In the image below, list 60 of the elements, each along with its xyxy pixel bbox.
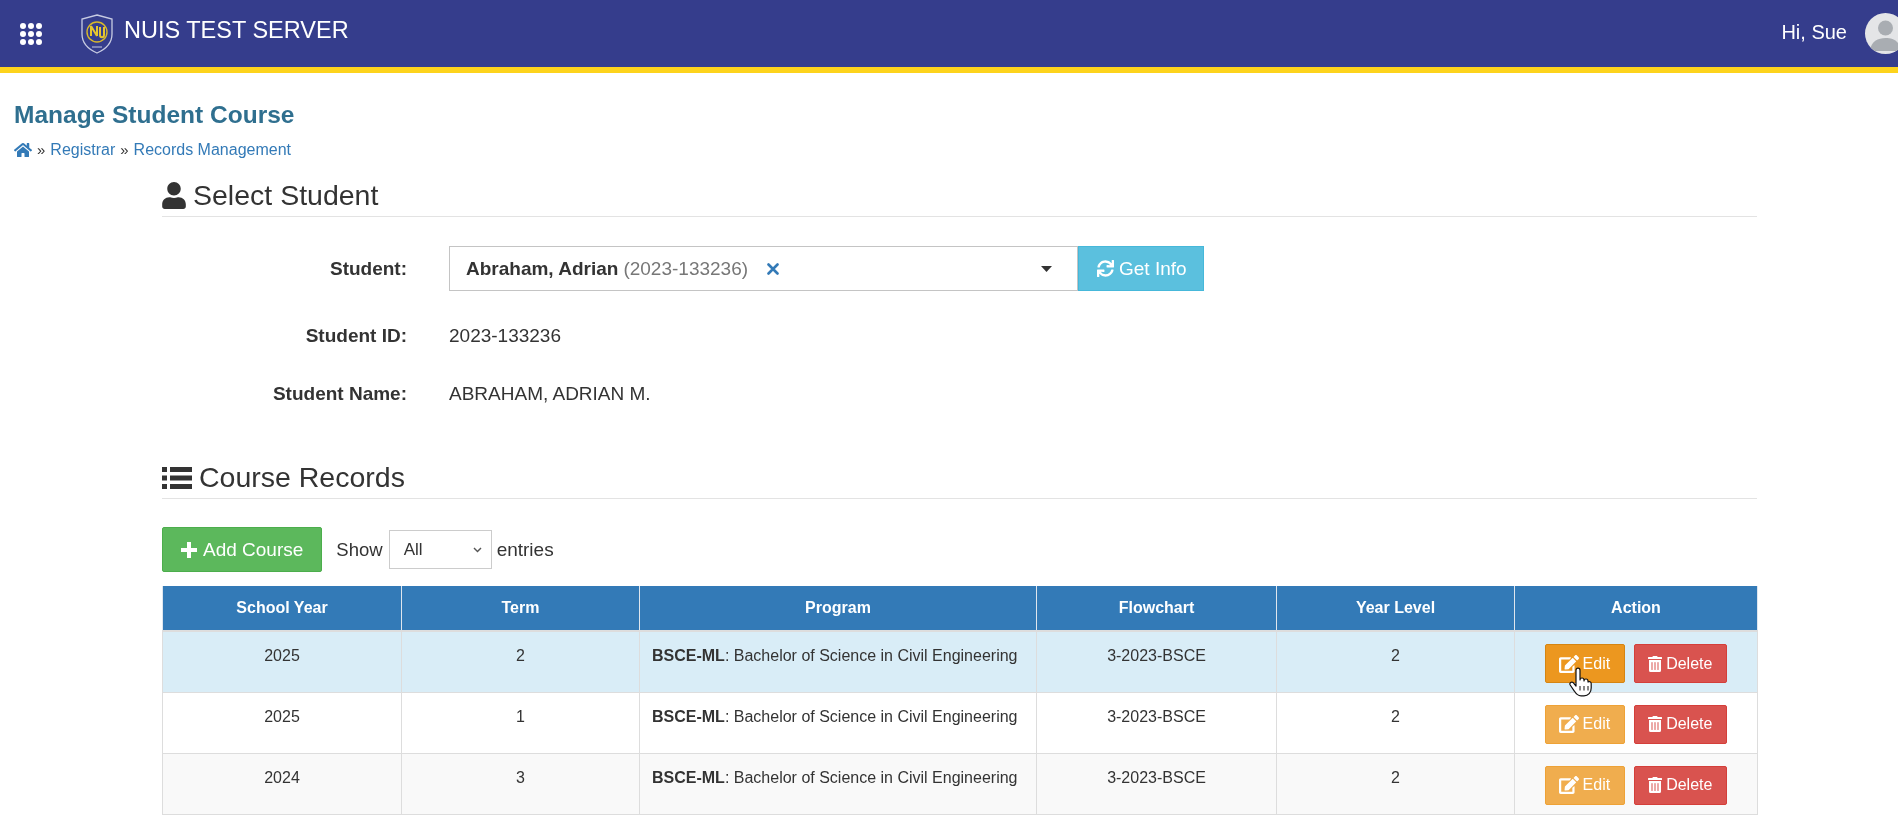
table-cell: 3 [401,753,640,814]
show-label: Show [336,537,383,562]
table-cell: 3-2023-BSCE [1036,631,1277,692]
page-title: Manage Student Course [14,101,295,128]
table-cell: 2 [1276,692,1515,753]
site-title: NUIS TEST SERVER [124,17,349,44]
section-heading: Select Student [193,180,379,211]
field-value: ABRAHAM, ADRIAN M. [449,382,651,406]
table-cell: 2 [1276,631,1515,692]
dots-grid-icon[interactable] [20,22,42,45]
breadcrumb-link[interactable]: Records Management [133,139,291,161]
trash-icon [1648,716,1663,732]
field-value: 2023-133236 [449,324,561,348]
section-heading: Course Records [199,462,405,493]
column-header: Term [401,586,640,631]
table-cell: 3-2023-BSCE [1036,753,1277,814]
list-icon [162,466,192,489]
breadcrumb-separator: » [37,140,46,160]
add-course-button[interactable]: Add Course [162,527,323,572]
table-cell: BSCE-ML: Bachelor of Science in Civil Engineering [639,692,1037,753]
table-cell: 2024 [162,753,402,814]
table-cell: 2025 [162,631,402,692]
table-cell: 2 [401,631,640,692]
table-cell: 3-2023-BSCE [1036,692,1277,753]
x-icon[interactable] [767,262,780,275]
plus-icon [181,541,197,558]
field-label: Student Name: [272,382,407,406]
hand-cursor-icon [1568,667,1592,697]
field-label: Student: [329,257,407,281]
column-header: Year Level [1276,586,1515,631]
trash-icon [1648,655,1663,672]
delete-button[interactable]: Delete [1634,765,1728,805]
user-greeting[interactable]: Hi, Sue [1781,19,1847,44]
entries-select[interactable]: All [388,530,492,569]
table-cell: BSCE-ML: Bachelor of Science in Civil Engineering [639,753,1037,814]
house-icon[interactable] [14,142,32,158]
person-avatar-icon[interactable] [1865,13,1898,54]
field-label: Student ID: [305,324,407,348]
entries-label: entries [496,537,554,562]
table-row[interactable]: 2025 1 BSCE-ML: Bachelor of Science in Civil Engineering 3-2023-BSCE 2 Edit Delete [162,692,1758,753]
circular-arrows-icon [1097,260,1114,277]
table-cell: 1 [401,692,640,753]
delete-button[interactable]: Delete [1634,704,1728,744]
person-icon [162,182,186,209]
table-cell: 2 [1276,753,1515,814]
breadcrumb-link[interactable]: Registrar [50,139,116,161]
column-header: Action [1514,586,1758,631]
trash-icon [1648,777,1663,793]
shield-logo-icon [80,13,114,54]
column-header: Flowchart [1036,586,1277,631]
student-select[interactable]: Abraham, Adrian (2023-133236) [449,246,1078,291]
chevron-down-icon [472,546,482,553]
delete-button[interactable]: Delete [1634,644,1728,683]
column-header: Program [639,586,1037,631]
caret-down-icon[interactable] [1041,265,1052,272]
table-row[interactable]: 2024 3 BSCE-ML: Bachelor of Science in Civil Engineering 3-2023-BSCE 2 Edit Delete [162,753,1758,814]
column-header: School Year [162,586,402,631]
table-cell: 2025 [162,692,402,753]
breadcrumb-separator: » [120,140,129,160]
table-cell: BSCE-ML: Bachelor of Science in Civil Engineering [639,631,1037,692]
